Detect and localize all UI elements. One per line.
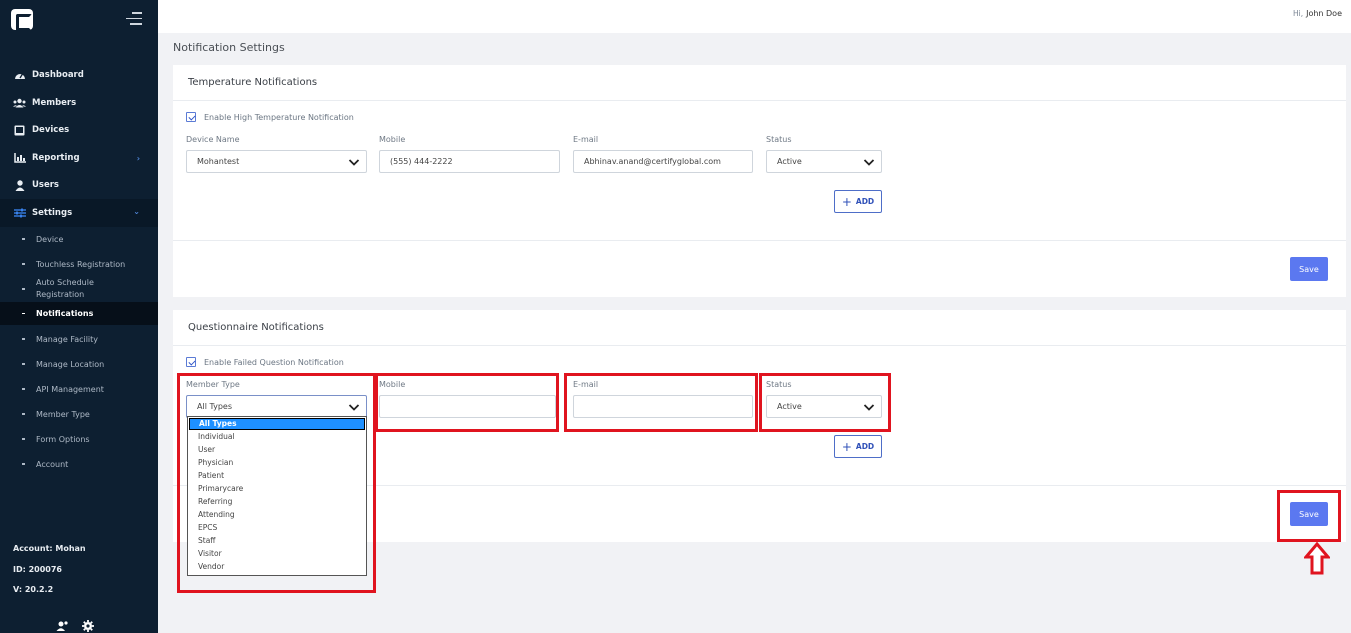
sidebar-subitem-notifications[interactable]: Notifications (0, 302, 158, 325)
sidebar-subitem-label: Touchless Registration (36, 259, 126, 269)
top-bar: Hi, John Doe (158, 0, 1351, 33)
mobile-label: Mobile (379, 135, 406, 144)
sidebar-subitem-manage-location[interactable]: Manage Location (0, 357, 158, 371)
sidebar-subitem-manage-facility[interactable]: Manage Facility (0, 332, 158, 346)
checkbox-label: Enable High Temperature Notification (204, 112, 354, 122)
sidebar-subitem-label: Manage Facility (36, 334, 99, 344)
mobile-input[interactable]: (555) 444-2222 (379, 150, 560, 173)
chevron-down-icon (348, 156, 360, 170)
chevron-right-icon: › (136, 153, 140, 163)
sidebar-item-label: Settings (32, 208, 73, 218)
email-value: Abhinav.anand@certifyglobal.com (584, 157, 721, 166)
app-logo[interactable] (11, 9, 33, 31)
checkbox-checked-icon (186, 112, 196, 122)
add-label: ADD (855, 442, 875, 451)
device-name-select[interactable]: Mohantest (186, 150, 367, 173)
app-version: V: 20.2.2 (13, 585, 54, 594)
sidebar-subitem-member-type[interactable]: Member Type (0, 407, 158, 421)
sidebar-subitem-auto-schedule-registration[interactable]: Auto Schedule Registration (0, 277, 158, 301)
user-icon (13, 179, 26, 191)
sidebar-subitem-label: Device (36, 234, 64, 244)
enable-failed-question-checkbox[interactable]: Enable Failed Question Notification (186, 357, 344, 367)
user-greeting[interactable]: Hi, John Doe (1293, 9, 1342, 18)
annotation-box-mobile (375, 373, 559, 432)
sidebar-item-dashboard[interactable]: Dashboard (0, 61, 158, 89)
greeting-prefix: Hi, (1292, 9, 1304, 18)
user-settings-icon[interactable] (56, 617, 68, 633)
tablet-icon (13, 125, 26, 136)
account-id: ID: 200076 (13, 565, 62, 574)
sidebar-item-devices[interactable]: Devices (0, 116, 158, 144)
members-icon (13, 98, 26, 109)
sidebar: Dashboard Members Devices Reporting › Us… (0, 0, 158, 633)
temperature-notifications-card: Temperature Notifications Enable High Te… (173, 65, 1346, 297)
add-label: ADD (855, 197, 875, 206)
card-divider (173, 240, 1346, 241)
checkbox-checked-icon (186, 357, 196, 367)
status-value: Active (777, 157, 802, 166)
sidebar-item-label: Dashboard (32, 70, 84, 80)
sidebar-subitem-touchless-registration[interactable]: Touchless Registration (0, 257, 158, 271)
sidebar-subitem-label: Member Type (36, 409, 90, 419)
status-label: Status (766, 135, 792, 144)
sidebar-subitem-label: Form Options (36, 434, 90, 444)
sidebar-item-label: Reporting (32, 153, 80, 163)
sidebar-item-label: Users (32, 180, 59, 190)
sidebar-item-users[interactable]: Users (0, 171, 158, 199)
card-title: Temperature Notifications (173, 65, 1346, 101)
sidebar-subitem-label: Account (36, 459, 69, 469)
card-title: Questionnaire Notifications (173, 310, 1346, 346)
annotation-box-email (564, 373, 758, 432)
sidebar-footer (56, 617, 94, 633)
mobile-value: (555) 444-2222 (390, 157, 453, 166)
email-label: E-mail (573, 135, 599, 144)
sidebar-item-settings[interactable]: Settings ⌄ (0, 199, 158, 227)
checkbox-label: Enable Failed Question Notification (204, 357, 344, 367)
sidebar-item-label: Members (32, 98, 77, 108)
menu-toggle-icon[interactable] (126, 12, 142, 26)
sidebar-subitem-form-options[interactable]: Form Options (0, 432, 158, 446)
sidebar-subitem-account[interactable]: Account (0, 457, 158, 471)
gear-icon[interactable] (82, 617, 94, 633)
sliders-icon (13, 208, 26, 219)
chevron-down-icon: ⌄ (133, 207, 140, 216)
add-button[interactable]: + ADD (834, 190, 882, 213)
email-input[interactable]: Abhinav.anand@certifyglobal.com (573, 150, 753, 173)
chevron-down-icon (863, 156, 875, 170)
chart-icon (13, 153, 26, 164)
up-arrow-icon (1302, 541, 1332, 579)
annotation-box-save (1277, 490, 1341, 542)
sidebar-subitem-label: Manage Location (36, 359, 105, 369)
page-title: Notification Settings (173, 41, 285, 54)
sidebar-subitem-api-management[interactable]: API Management (0, 382, 158, 396)
sidebar-subitem-label: API Management (36, 384, 104, 394)
enable-high-temp-checkbox[interactable]: Enable High Temperature Notification (186, 112, 354, 122)
add-button[interactable]: + ADD (834, 435, 882, 458)
sidebar-subitem-device[interactable]: Device (0, 232, 158, 246)
device-name-label: Device Name (186, 135, 240, 144)
status-select[interactable]: Active (766, 150, 882, 173)
annotation-box-status (759, 373, 891, 432)
sidebar-subitem-label: Auto Schedule Registration (36, 278, 94, 299)
sidebar-item-members[interactable]: Members (0, 89, 158, 117)
plus-icon: + (841, 439, 852, 454)
dashboard-icon (13, 70, 26, 81)
device-name-value: Mohantest (197, 157, 240, 166)
sidebar-item-label: Devices (32, 125, 70, 135)
sidebar-item-reporting[interactable]: Reporting › (0, 144, 158, 172)
annotation-box-member-type (177, 373, 376, 593)
save-button[interactable]: Save (1290, 257, 1328, 281)
account-name: Account: Mohan (13, 544, 86, 553)
sidebar-subitem-label: Notifications (36, 309, 94, 318)
user-name: John Doe (1306, 9, 1342, 18)
plus-icon: + (841, 194, 852, 209)
